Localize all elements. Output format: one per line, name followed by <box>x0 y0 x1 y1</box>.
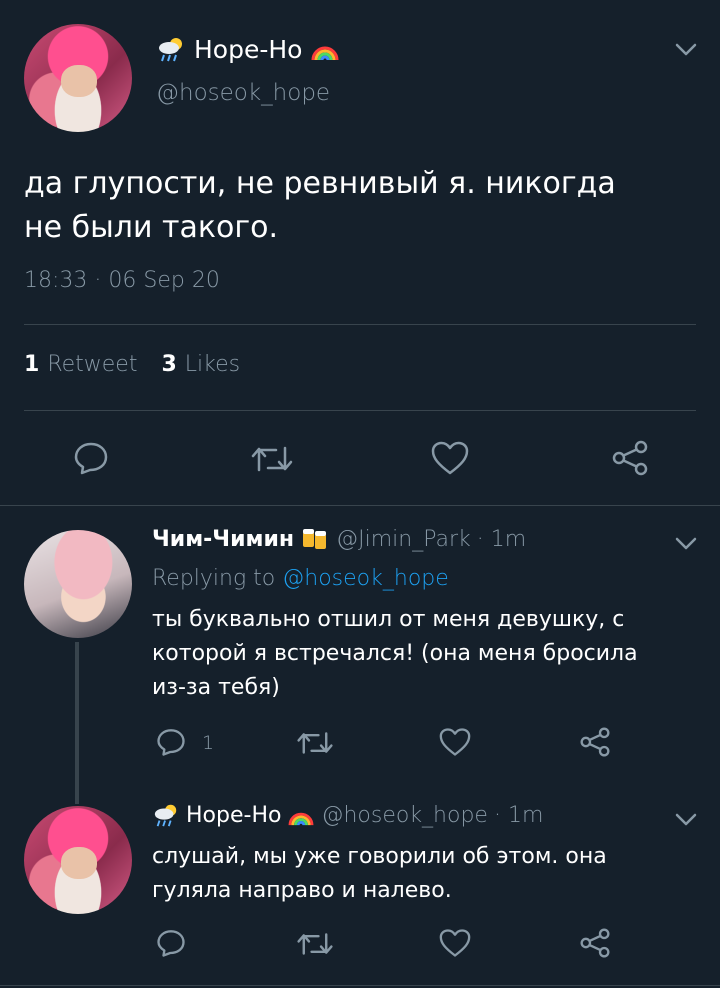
tweet-text-line: не были такого. <box>24 210 278 245</box>
handle[interactable]: @hoseok_hope <box>156 80 330 106</box>
beer-mugs-icon <box>300 526 330 552</box>
avatar[interactable] <box>24 24 132 132</box>
rainbow-icon <box>310 36 340 62</box>
rainbow-icon <box>287 803 315 827</box>
share-icon[interactable] <box>578 727 612 757</box>
reply-text: ты буквально отшил от меня девушку, с ко… <box>152 603 638 705</box>
reply-count[interactable]: 1 <box>202 732 214 754</box>
cloud-rain-icon <box>156 35 186 63</box>
timestamp[interactable]: 18:33 · 06 Sep 20 <box>24 268 220 293</box>
tweet-text: да глупости, не ревнивый я. никогда не б… <box>24 162 616 250</box>
divider <box>24 324 696 325</box>
chevron-down-icon[interactable] <box>674 812 698 828</box>
divider <box>24 410 696 411</box>
reply-time[interactable]: · 1m <box>477 527 526 552</box>
share-icon[interactable] <box>578 928 612 958</box>
retweet-count[interactable]: 1 <box>24 352 39 377</box>
reply-text: слушай, мы уже говорили об этом. она гул… <box>152 840 607 908</box>
main-author[interactable]: Hope-Ho <box>156 32 340 66</box>
like-count[interactable]: 3 <box>161 352 176 377</box>
section-divider <box>0 985 720 986</box>
retweet-icon[interactable] <box>250 444 294 474</box>
display-name[interactable]: Hope-Ho <box>194 35 302 64</box>
handle[interactable]: @hoseok_hope <box>321 803 488 828</box>
reply-time[interactable]: · 1m <box>494 803 543 828</box>
tweet-text-line: да глупости, не ревнивый я. никогда <box>24 166 616 201</box>
avatar[interactable] <box>24 806 132 914</box>
like-icon[interactable] <box>430 440 470 476</box>
display-name[interactable]: Hope-Ho <box>186 803 281 828</box>
handle[interactable]: @Jimin_Park <box>336 527 471 552</box>
reply-icon[interactable] <box>72 440 110 476</box>
display-name[interactable]: Чим-Чимин <box>152 527 294 552</box>
avatar[interactable] <box>24 530 132 638</box>
reply-text-line: слушай, мы уже говорили об этом. она <box>152 844 607 869</box>
replying-prefix: Replying to <box>152 566 276 591</box>
retweet-icon[interactable] <box>296 931 334 957</box>
reply-icon[interactable] <box>155 928 187 958</box>
replying-to-link[interactable]: @hoseok_hope <box>282 566 449 591</box>
thread-line <box>75 642 79 804</box>
reply-icon[interactable] <box>155 727 187 757</box>
like-label[interactable]: Likes <box>185 352 240 377</box>
chevron-down-icon[interactable] <box>674 536 698 552</box>
cloud-rain-icon <box>152 802 180 828</box>
reply-text-line: ты буквально отшил от меня девушку, с <box>152 607 625 632</box>
replying-to: Replying to @hoseok_hope <box>152 566 449 591</box>
retweet-icon[interactable] <box>296 730 334 756</box>
reply-text-line: из-за тебя) <box>152 675 280 700</box>
like-icon[interactable] <box>438 727 472 757</box>
reply-header: Чим-Чимин @Jimin_Park · 1m <box>152 526 526 552</box>
reply-text-line: гуляла направо и налево. <box>152 878 452 903</box>
like-icon[interactable] <box>438 928 472 958</box>
engagement-stats: 1 Retweet 3 Likes <box>24 352 240 377</box>
section-divider <box>0 505 720 506</box>
reply-header: Hope-Ho @hoseok_hope · 1m <box>152 802 543 828</box>
retweet-label[interactable]: Retweet <box>47 352 137 377</box>
chevron-down-icon[interactable] <box>674 42 698 58</box>
reply-text-line: которой я встречался! (она меня бросила <box>152 641 638 666</box>
share-icon[interactable] <box>610 440 650 476</box>
